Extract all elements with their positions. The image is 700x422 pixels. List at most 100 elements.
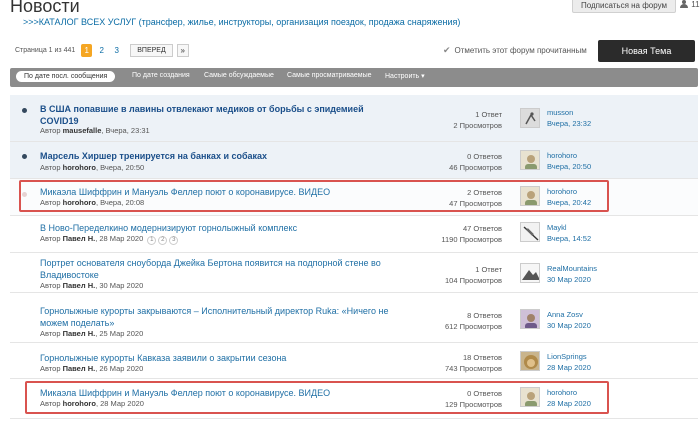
topic-title[interactable]: Микаэла Шиффрин и Мануэль Феллер поют о … (40, 186, 390, 198)
topic-row[interactable]: Марсель Хиршер тренируется на банках и с… (10, 142, 698, 179)
sort-most-discussed[interactable]: Самые обсуждаемые (204, 72, 274, 79)
members-count[interactable]: 11 (680, 0, 700, 9)
topic-title[interactable]: Горнолыжные курорты Кавказа заявили о за… (40, 352, 390, 364)
next-page-button[interactable]: ВПЕРЕД (130, 43, 173, 57)
topic-stats: 0 Ответов 129 Просмотров (445, 388, 502, 410)
page-link-3[interactable]: 3 (111, 44, 122, 57)
last-post-info: musson Вчера, 23:32 (547, 107, 591, 129)
views-count: 104 Просмотров (444, 276, 502, 285)
topic-row[interactable]: В Ново-Переделкино модернизируют горнолы… (10, 216, 698, 253)
avatar[interactable] (520, 186, 540, 206)
unread-dot-icon (22, 108, 27, 113)
forum-header: Новости >>>КАТАЛОГ ВСЕХ УСЛУГ (трансфер,… (10, 0, 700, 34)
avatar[interactable] (520, 309, 540, 329)
topic-title[interactable]: В США попавшие в лавины отвлекают медико… (40, 103, 390, 127)
topic-page-1[interactable]: 1 (147, 236, 157, 245)
last-post-info: LionSprings 28 Мар 2020 (547, 351, 591, 373)
last-post-info: Maykl Вчера, 14:52 (547, 222, 591, 244)
author-prefix: Автор (40, 399, 61, 408)
topic-date: , 26 Мар 2020 (95, 364, 144, 373)
last-post-info: horohoro Вчера, 20:50 (547, 150, 591, 172)
avatar[interactable] (520, 263, 540, 283)
last-post-user[interactable]: horohoro (547, 150, 591, 161)
topic-stats: 18 Ответов 743 Просмотров (445, 352, 502, 374)
views-count: 129 Просмотров (444, 400, 502, 409)
topic-author[interactable]: mausefalle (63, 126, 102, 135)
last-post-time[interactable]: Вчера, 20:50 (547, 161, 591, 172)
last-post-user[interactable]: horohoro (547, 186, 591, 197)
last-post-user[interactable]: RealMountains (547, 263, 597, 274)
views-count: 1190 Просмотров (441, 235, 502, 244)
last-post-user[interactable]: Anna Zosv (547, 309, 591, 320)
new-topic-button[interactable]: Новая Тема (598, 40, 695, 62)
topic-row[interactable]: В США попавшие в лавины отвлекают медико… (10, 95, 698, 142)
avatar[interactable] (520, 351, 540, 371)
topic-title[interactable]: В Ново-Переделкино модернизируют горнолы… (40, 222, 390, 234)
topic-author[interactable]: Павел Н. (63, 281, 96, 290)
avatar[interactable] (520, 150, 540, 170)
views-count: 743 Просмотров (444, 364, 502, 373)
topic-author[interactable]: horohoro (63, 399, 96, 408)
topic-page-3[interactable]: 3 (169, 236, 179, 245)
last-post-info: horohoro Вчера, 20:42 (547, 186, 591, 208)
lion-avatar-icon (524, 355, 538, 369)
topic-row[interactable]: Микаэла Шиффрин и Мануэль Феллер поют о … (10, 379, 698, 419)
page-link-2[interactable]: 2 (96, 44, 107, 57)
page-counter: Страница 1 из 441 (15, 46, 76, 54)
views-count: 46 Просмотров (449, 163, 502, 172)
topic-date: , Вчера, 23:31 (101, 126, 150, 135)
topic-title[interactable]: Марсель Хиршер тренируется на банках и с… (40, 150, 390, 162)
last-post-time[interactable]: Вчера, 23:32 (547, 118, 591, 129)
topic-title[interactable]: Микаэла Шиффрин и Мануэль Феллер поют о … (40, 387, 390, 399)
last-post-time[interactable]: 28 Мар 2020 (547, 362, 591, 373)
topic-row[interactable]: Микаэла Шиффрин и Мануэль Феллер поют о … (10, 179, 698, 216)
topic-author[interactable]: horohoro (63, 163, 96, 172)
last-post-time[interactable]: 30 Мар 2020 (547, 320, 591, 331)
author-prefix: Автор (40, 163, 61, 172)
members-count-value: 11 (691, 0, 700, 9)
topic-row[interactable]: Портрет основателя сноуборда Джейка Берт… (10, 253, 698, 293)
last-post-user[interactable]: musson (547, 107, 591, 118)
sort-by-last-post[interactable]: По дате посл. сообщения (16, 71, 116, 82)
last-post-info: Anna Zosv 30 Мар 2020 (547, 309, 591, 331)
last-post-time[interactable]: Вчера, 20:42 (547, 197, 591, 208)
last-post-user[interactable]: horohoro (547, 387, 591, 398)
page-title: Новости (10, 0, 80, 16)
subscribe-button[interactable]: Подписаться на форум (572, 0, 676, 13)
topic-date: , 28 Мар 2020 (95, 234, 144, 243)
catalog-link[interactable]: >>>КАТАЛОГ ВСЕХ УСЛУГ (трансфер, жилье, … (23, 17, 460, 27)
topic-title[interactable]: Портрет основателя сноуборда Джейка Берт… (40, 257, 390, 281)
topic-stats: 2 Ответов 47 Просмотров (449, 187, 502, 209)
last-post-time[interactable]: 28 Мар 2020 (547, 398, 591, 409)
views-count: 2 Просмотров (453, 121, 502, 130)
avatar[interactable] (520, 387, 540, 407)
author-prefix: Автор (40, 281, 61, 290)
checkmark-icon: ✔ (443, 45, 451, 55)
topic-author[interactable]: Павел Н. (63, 234, 96, 243)
last-post-time[interactable]: 30 Мар 2020 (547, 274, 597, 285)
topic-author[interactable]: Павел Н. (63, 364, 96, 373)
topic-row[interactable]: Горнолыжные курорты закрываются – Исполн… (10, 293, 698, 343)
topic-date: , 30 Мар 2020 (95, 281, 144, 290)
avatar[interactable] (520, 108, 540, 128)
skier-avatar-icon (525, 112, 536, 125)
topic-author[interactable]: horohoro (63, 198, 96, 207)
page-link-1[interactable]: 1 (81, 43, 93, 57)
last-page-button[interactable]: » (176, 43, 189, 57)
last-post-user[interactable]: LionSprings (547, 351, 591, 362)
avatar[interactable] (520, 222, 540, 242)
topic-date: , Вчера, 20:08 (95, 198, 145, 207)
sort-most-viewed[interactable]: Самые просматриваемые (287, 72, 372, 79)
sort-by-created[interactable]: По дате создания (132, 72, 190, 79)
last-post-time[interactable]: Вчера, 14:52 (547, 233, 591, 244)
topic-author[interactable]: Павел Н. (63, 329, 96, 338)
topic-page-2[interactable]: 2 (158, 236, 168, 245)
topic-date: , 25 Мар 2020 (95, 329, 144, 338)
answers-count: 18 Ответов (462, 353, 502, 362)
topic-title[interactable]: Горнолыжные курорты закрываются – Исполн… (40, 305, 390, 329)
topic-row[interactable]: Горнолыжные курорты Кавказа заявили о за… (10, 343, 698, 379)
customize-menu[interactable]: Настроить ▾ (385, 72, 425, 80)
mark-forum-read-link[interactable]: ✔ Отметить этот форум прочитанным (443, 45, 587, 56)
last-post-user[interactable]: Maykl (547, 222, 591, 233)
people-icon (680, 0, 689, 8)
